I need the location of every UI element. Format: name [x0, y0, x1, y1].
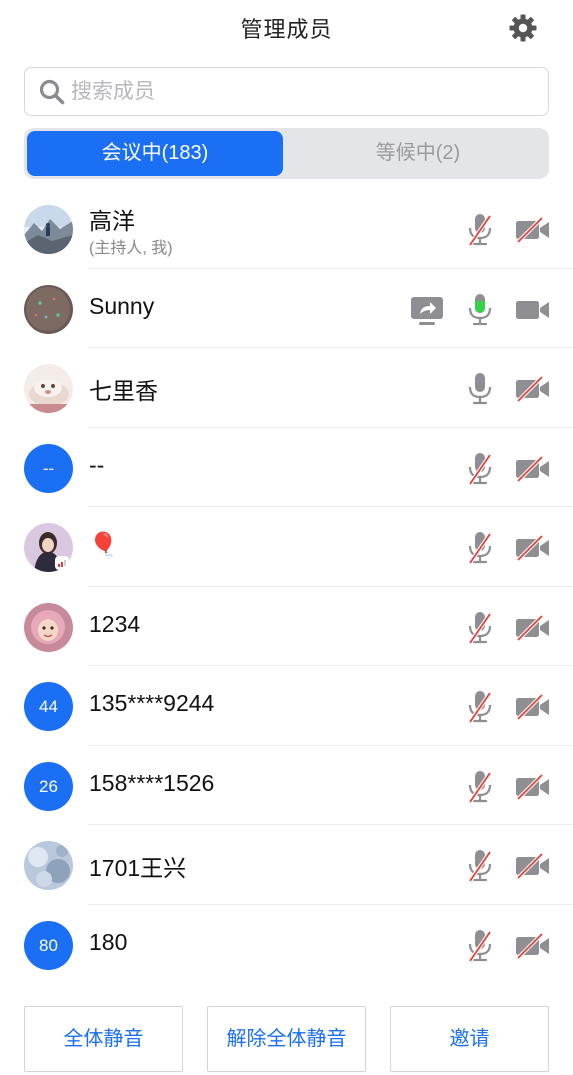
- member-name: 高洋: [89, 208, 135, 234]
- avatar: --: [24, 443, 73, 493]
- invite-button[interactable]: 邀请: [390, 1006, 549, 1072]
- mic-muted-icon[interactable]: [465, 531, 495, 565]
- mic-speaking-icon[interactable]: [465, 293, 495, 327]
- camera-off-icon[interactable]: [515, 693, 551, 721]
- camera-off-icon[interactable]: [515, 773, 551, 800]
- member-name: 158****1526: [89, 769, 215, 796]
- search-input[interactable]: [71, 76, 531, 108]
- member-name: 🎈: [89, 531, 118, 557]
- member-row[interactable]: 44 135****9244: [0, 666, 573, 746]
- avatar: 44: [24, 682, 73, 731]
- member-name: Sunny: [89, 292, 155, 319]
- mic-on-icon[interactable]: [465, 372, 495, 406]
- mic-muted-icon[interactable]: [465, 849, 495, 883]
- camera-on-icon[interactable]: [515, 297, 551, 323]
- member-row[interactable]: 26 158****1526: [0, 746, 573, 825]
- footer-actions: 全体静音 解除全体静音 邀请: [0, 1006, 573, 1072]
- camera-off-icon[interactable]: [515, 852, 551, 880]
- avatar: [24, 602, 73, 652]
- avatar: [24, 284, 73, 334]
- member-row[interactable]: 1701王兴: [0, 825, 573, 905]
- member-name: --: [89, 451, 105, 478]
- camera-off-icon[interactable]: [515, 455, 551, 482]
- avatar: 26: [24, 761, 73, 811]
- screen-share-icon[interactable]: [410, 295, 444, 327]
- page-title: 管理成员: [240, 17, 333, 42]
- member-name: 135****9244: [89, 690, 215, 716]
- tab-in-meeting[interactable]: 会议中(183): [27, 131, 283, 176]
- mic-muted-icon[interactable]: [465, 929, 495, 963]
- camera-off-icon[interactable]: [515, 614, 551, 641]
- member-name: 180: [89, 928, 128, 955]
- mic-muted-icon[interactable]: [465, 452, 495, 486]
- mic-muted-icon[interactable]: [465, 690, 495, 724]
- member-status-tabs: 会议中(183) 等候中(2): [24, 128, 549, 179]
- member-row[interactable]: -- --: [0, 428, 573, 507]
- member-row[interactable]: Sunny: [0, 269, 573, 348]
- member-role: (主持人, 我): [89, 240, 173, 257]
- camera-off-icon[interactable]: [515, 216, 551, 244]
- unmute-all-button[interactable]: 解除全体静音: [207, 1006, 366, 1072]
- member-name: 七里香: [89, 378, 158, 404]
- mic-muted-icon[interactable]: [465, 770, 495, 804]
- avatar: [24, 364, 73, 413]
- mic-muted-icon[interactable]: [465, 611, 495, 645]
- camera-off-icon[interactable]: [515, 534, 551, 562]
- avatar: 80: [24, 920, 73, 970]
- camera-off-icon[interactable]: [515, 932, 551, 959]
- member-name: 1234: [89, 610, 141, 637]
- member-name: 1701王兴: [89, 855, 187, 881]
- avatar: [24, 205, 73, 254]
- gear-icon[interactable]: [508, 13, 538, 43]
- member-row[interactable]: 七里香: [0, 348, 573, 428]
- search-box[interactable]: [24, 67, 549, 116]
- search-icon: [39, 79, 65, 105]
- member-row[interactable]: 1234: [0, 587, 573, 666]
- avatar: [24, 523, 73, 572]
- tab-waiting[interactable]: 等候中(2): [290, 131, 546, 176]
- member-row[interactable]: 80 180: [0, 905, 573, 985]
- member-list: 高洋 (主持人, 我) Sunny 七里香 -- -- 🎈 1234 44 13…: [0, 189, 573, 984]
- camera-off-icon[interactable]: [515, 375, 551, 403]
- mute-all-button[interactable]: 全体静音: [24, 1006, 183, 1072]
- mic-muted-icon[interactable]: [465, 213, 495, 247]
- member-row[interactable]: 🎈: [0, 507, 573, 587]
- member-row[interactable]: 高洋 (主持人, 我): [0, 189, 573, 269]
- header-bar: 管理成员: [0, 0, 573, 56]
- avatar: [24, 841, 73, 890]
